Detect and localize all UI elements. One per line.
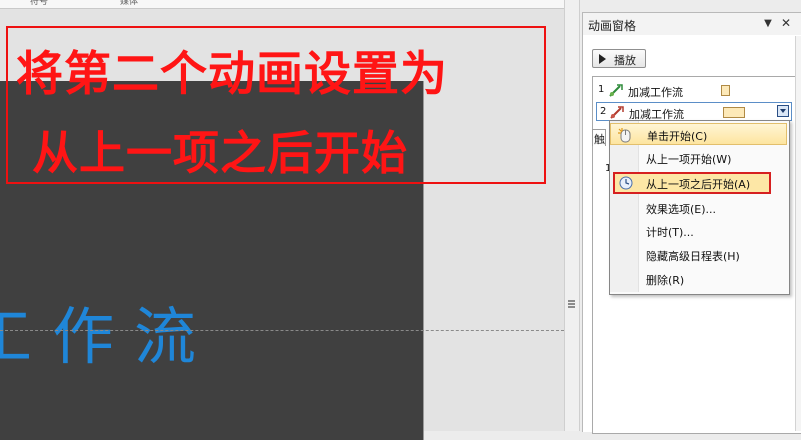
- timing-bar: [723, 107, 745, 118]
- trigger-tab-label: 触: [594, 133, 605, 146]
- animation-item-dropdown-icon[interactable]: [777, 105, 789, 117]
- menu-item-timing[interactable]: 计时(T)...: [610, 220, 787, 242]
- splitter-grip-icon[interactable]: [568, 300, 575, 308]
- play-button-label: 播放: [614, 54, 636, 67]
- play-icon: [599, 54, 606, 64]
- menu-item-with-previous[interactable]: 从上一项开始(W): [610, 147, 787, 169]
- play-button[interactable]: 播放: [592, 49, 646, 68]
- ribbon-strip: 符号 媒体: [0, 0, 578, 9]
- menu-item-label: 删除(R): [646, 274, 685, 287]
- fly-in-effect-icon: [610, 106, 624, 119]
- window-edge: [795, 36, 801, 431]
- animation-pane-header: 动画窗格 ▼ ✕: [583, 13, 801, 35]
- instruction-line-2: 从上一项之后开始: [32, 126, 408, 180]
- menu-item-after-previous[interactable]: 从上一项之后开始(A): [613, 172, 771, 194]
- trigger-tab[interactable]: 触: [592, 129, 606, 146]
- clock-icon: [619, 176, 633, 190]
- ribbon-tab-symbols[interactable]: 符号: [30, 0, 48, 7]
- animation-pane-title: 动画窗格: [588, 19, 637, 33]
- mouse-click-icon: [618, 128, 631, 143]
- fly-in-effect-icon: [609, 84, 623, 97]
- menu-item-delete[interactable]: 删除(R): [610, 268, 787, 290]
- animation-context-menu: 单击开始(C) 从上一项开始(W) 从上一项之后开始(A) 效果选项(E)...…: [609, 120, 790, 295]
- menu-item-label: 单击开始(C): [647, 130, 708, 143]
- animation-item-name: 加减工作流: [628, 86, 683, 99]
- pane-close-icon[interactable]: ✕: [779, 16, 793, 30]
- pane-options-dropdown-icon[interactable]: ▼: [761, 18, 775, 29]
- timing-bar: [721, 85, 730, 96]
- slide-text-workflow[interactable]: 工作流: [0, 286, 216, 376]
- animation-item-2-selected[interactable]: 2 加减工作流: [596, 102, 792, 121]
- menu-item-label: 效果选项(E)...: [646, 203, 717, 216]
- pane-splitter[interactable]: [564, 0, 580, 431]
- menu-item-label: 隐藏高级日程表(H): [646, 250, 740, 263]
- menu-item-effect-options[interactable]: 效果选项(E)...: [610, 197, 787, 219]
- menu-item-hide-advanced-timeline[interactable]: 隐藏高级日程表(H): [610, 244, 787, 266]
- menu-item-label: 从上一项之后开始(A): [646, 178, 751, 191]
- menu-item-label: 从上一项开始(W): [646, 153, 732, 166]
- ribbon-tab-media[interactable]: 媒体: [120, 0, 138, 7]
- guide-line: [0, 330, 564, 331]
- instruction-line-1: 将第二个动画设置为: [16, 47, 448, 102]
- animation-item-1[interactable]: 1 加减工作流: [593, 81, 794, 100]
- menu-item-start-on-click[interactable]: 单击开始(C): [610, 123, 787, 145]
- animation-item-number: 1: [598, 84, 605, 95]
- animation-item-number: 2: [600, 106, 607, 117]
- menu-item-label: 计时(T)...: [646, 226, 694, 239]
